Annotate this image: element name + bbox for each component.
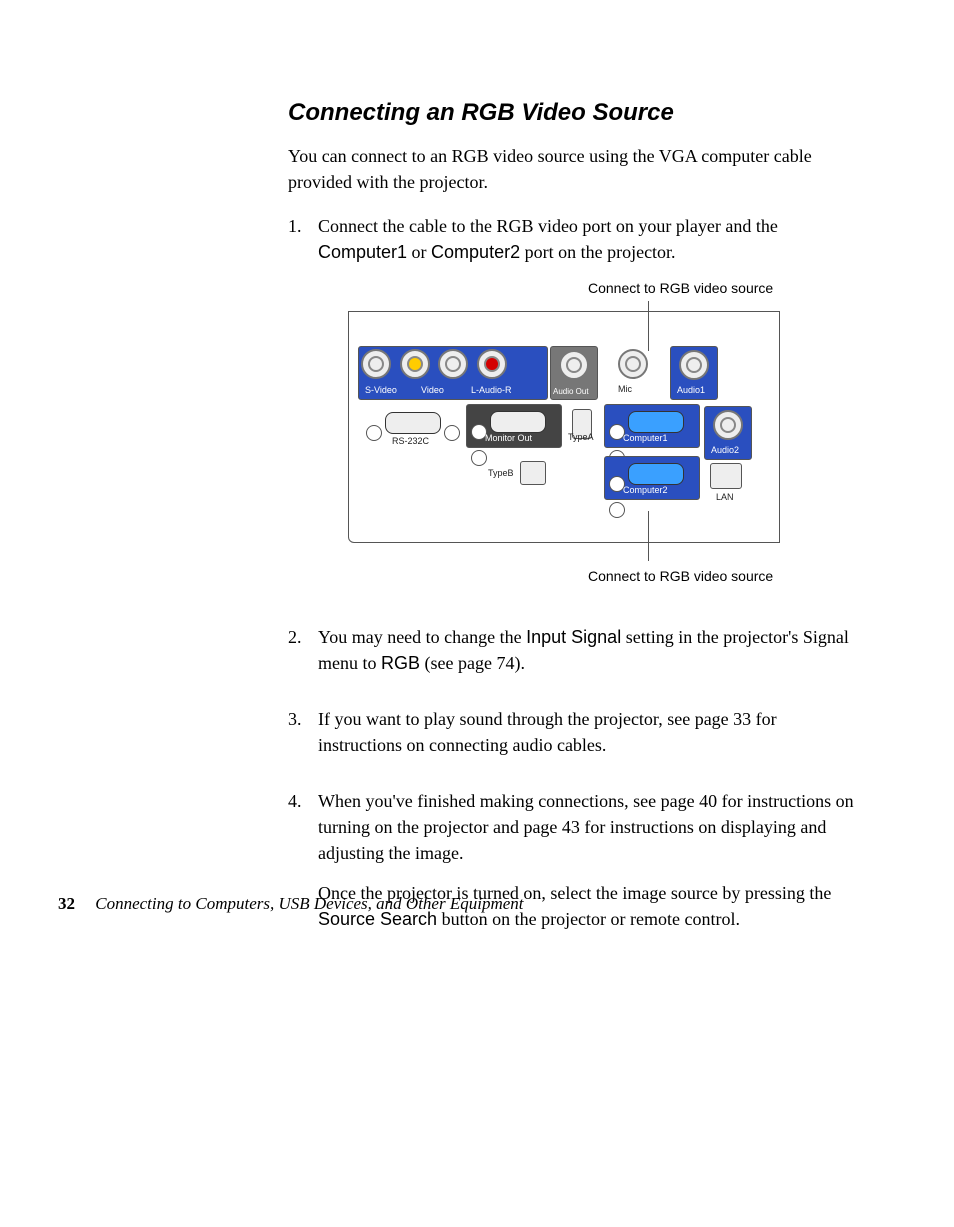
step-2: 2. You may need to change the Input Sign…: [288, 624, 854, 690]
lan-port: LAN: [710, 463, 742, 496]
svideo-jack: [361, 349, 391, 379]
page-footer: 32 Connecting to Computers, USB Devices,…: [58, 892, 524, 917]
step-list: 1. Connect the cable to the RGB video po…: [288, 213, 854, 946]
port-panel: S-Video Video L-Audio-R Audio Out Mi: [348, 301, 848, 561]
monitor-out-port: Monitor Out: [466, 404, 562, 448]
computer2-label: Computer2: [431, 242, 520, 262]
mic-group: Mic: [610, 346, 656, 398]
step-1-text: Connect the cable to the RGB video port …: [318, 213, 854, 265]
input-signal-label: Input Signal: [526, 627, 621, 647]
video-jack: [400, 349, 430, 379]
rs232-port: RS-232C: [366, 409, 460, 444]
audio2-group: Audio2: [704, 406, 752, 460]
audio-l-jack: [438, 349, 468, 379]
step-1: 1. Connect the cable to the RGB video po…: [288, 213, 854, 608]
audio1-group: Audio1: [670, 346, 718, 400]
step-number: 3.: [288, 706, 318, 772]
callout-bottom: Connect to RGB video source: [588, 567, 848, 585]
audio-r-jack: [477, 349, 507, 379]
rear-panel-diagram: Connect to RGB video source S-Video Vide…: [348, 279, 848, 585]
usb-typeb-port: TypeB: [490, 461, 546, 492]
footer-title: Connecting to Computers, USB Devices, an…: [95, 894, 523, 913]
computer2-port: Computer2: [604, 456, 700, 500]
usb-typea-port: TypeA: [572, 409, 592, 446]
computer1-port: Computer1: [604, 404, 700, 448]
step-3: 3. If you want to play sound through the…: [288, 706, 854, 772]
section-heading: Connecting an RGB Video Source: [288, 96, 954, 131]
document-page: Connecting an RGB Video Source You can c…: [0, 0, 954, 962]
computer1-label: Computer1: [318, 242, 407, 262]
callout-top: Connect to RGB video source: [588, 279, 848, 297]
page-number: 32: [58, 894, 75, 913]
audio-out-group: Audio Out: [550, 346, 598, 400]
step-3-text: If you want to play sound through the pr…: [318, 706, 854, 758]
step-number: 4.: [288, 788, 318, 946]
step-number: 1.: [288, 213, 318, 608]
step-number: 2.: [288, 624, 318, 690]
av-jack-group: S-Video Video L-Audio-R: [358, 346, 548, 400]
rgb-label: RGB: [381, 653, 420, 673]
step-4: 4. When you've finished making connectio…: [288, 788, 854, 946]
intro-paragraph: You can connect to an RGB video source u…: [288, 143, 854, 195]
step-2-text: You may need to change the Input Signal …: [318, 624, 854, 676]
step-4-text: When you've finished making connections,…: [318, 788, 854, 866]
